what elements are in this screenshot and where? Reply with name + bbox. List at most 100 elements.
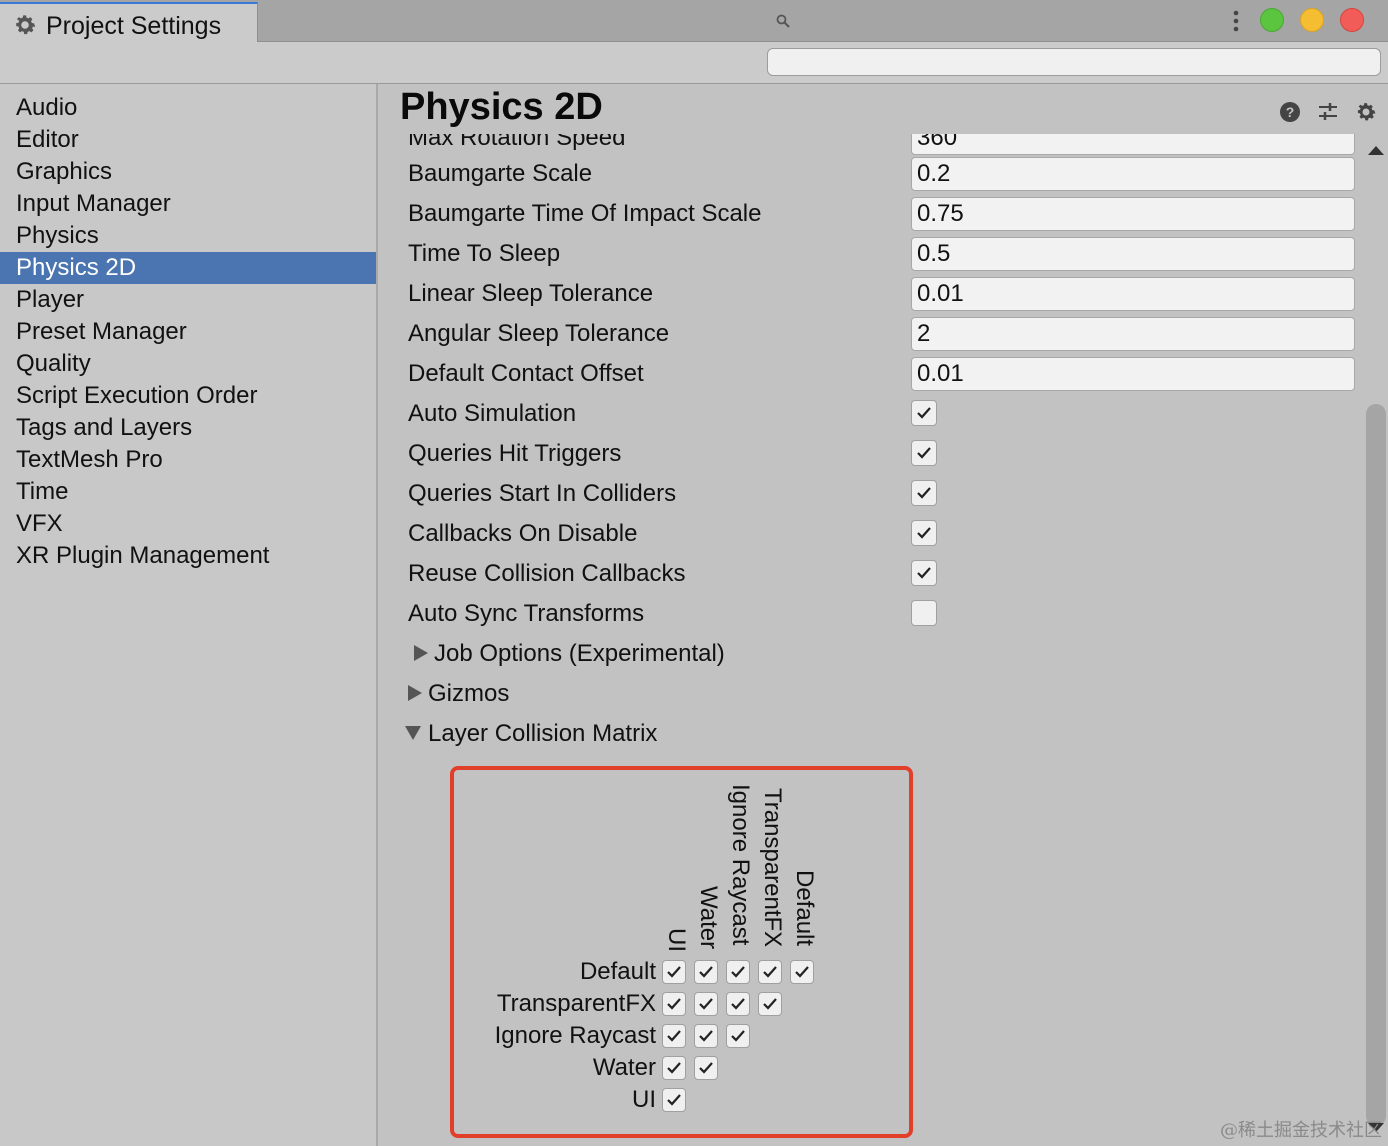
search-icon: [776, 14, 790, 28]
preset-icon[interactable]: [1316, 100, 1340, 124]
checkmark-icon: [699, 998, 713, 1010]
matrix-column-label: TransparentFX: [759, 788, 786, 948]
sidebar-item-physics-2d[interactable]: Physics 2D: [0, 252, 376, 284]
matrix-checkbox[interactable]: [758, 992, 782, 1016]
time-to-sleep-field[interactable]: [911, 237, 1355, 271]
sidebar-item-player[interactable]: Player: [0, 284, 376, 316]
sidebar-item-script-execution-order[interactable]: Script Execution Order: [0, 380, 376, 412]
matrix-column-label: Ignore Raycast: [727, 784, 754, 946]
sidebar-item-graphics[interactable]: Graphics: [0, 156, 376, 188]
sidebar-item-quality[interactable]: Quality: [0, 348, 376, 380]
property-label: Queries Hit Triggers: [408, 440, 622, 467]
matrix-checkbox[interactable]: [758, 960, 782, 984]
property-row: Linear Sleep Tolerance: [408, 276, 1358, 316]
tab-title: Project Settings: [46, 12, 222, 40]
sidebar-item-xr-plugin-management[interactable]: XR Plugin Management: [0, 540, 376, 572]
triangle-right-icon: [408, 685, 422, 701]
property-label: Time To Sleep: [408, 240, 561, 267]
property-label: Baumgarte Time Of Impact Scale: [408, 200, 762, 227]
matrix-checkbox[interactable]: [662, 992, 686, 1016]
scrollbar-thumb[interactable]: [1366, 404, 1386, 1126]
settings-icon[interactable]: [1354, 100, 1378, 124]
search-input[interactable]: [767, 48, 1381, 76]
sidebar-item-vfx[interactable]: VFX: [0, 508, 376, 540]
checkmark-icon: [731, 966, 745, 978]
matrix-row-label: Water: [592, 1054, 656, 1081]
reuse-collision-callbacks-checkbox[interactable]: [911, 560, 937, 586]
matrix-checkbox[interactable]: [662, 1088, 686, 1112]
sidebar-item-tags-and-layers[interactable]: Tags and Layers: [0, 412, 376, 444]
default-contact-offset-field[interactable]: [911, 357, 1355, 391]
matrix-column-label: Water: [695, 886, 722, 950]
foldout-job-options[interactable]: Job Options (Experimental): [412, 636, 772, 676]
sidebar-item-audio[interactable]: Audio: [0, 92, 376, 124]
queries-start-in-colliders-checkbox[interactable]: [911, 480, 937, 506]
linear-sleep-tolerance-field[interactable]: [911, 277, 1355, 311]
more-options-icon[interactable]: [1226, 8, 1246, 34]
matrix-checkbox[interactable]: [694, 992, 718, 1016]
matrix-checkbox[interactable]: [726, 992, 750, 1016]
maximize-button[interactable]: [1260, 8, 1284, 32]
property-row: Baumgarte Scale: [408, 156, 1358, 196]
property-label: Queries Start In Colliders: [408, 480, 677, 507]
matrix-row-label: Default: [579, 958, 656, 985]
checkmark-icon: [763, 966, 777, 978]
toolbar: [0, 42, 1388, 84]
sidebar-item-preset-manager[interactable]: Preset Manager: [0, 316, 376, 348]
scroll-up-arrow-icon[interactable]: [1367, 144, 1385, 156]
property-row: Auto Simulation: [408, 396, 1358, 436]
matrix-column-label: UI: [663, 928, 690, 952]
property-row: Callbacks On Disable: [408, 516, 1358, 556]
help-icon[interactable]: ?: [1278, 100, 1302, 124]
close-button[interactable]: [1340, 8, 1364, 32]
matrix-checkbox[interactable]: [790, 960, 814, 984]
sidebar-item-physics[interactable]: Physics: [0, 220, 376, 252]
checkmark-icon: [699, 1062, 713, 1074]
property-row: Time To Sleep: [408, 236, 1358, 276]
baumgarte-toi-scale-field[interactable]: [911, 197, 1355, 231]
layer-collision-matrix-highlight: [450, 766, 913, 1138]
foldout-label: Job Options (Experimental): [434, 640, 725, 667]
matrix-row-label: TransparentFX: [496, 990, 656, 1017]
auto-sync-transforms-checkbox[interactable]: [911, 600, 937, 626]
matrix-checkbox[interactable]: [662, 1056, 686, 1080]
foldout-gizmos[interactable]: Gizmos: [406, 676, 606, 716]
checkmark-icon: [667, 966, 681, 978]
sidebar-item-editor[interactable]: Editor: [0, 124, 376, 156]
minimize-button[interactable]: [1300, 8, 1324, 32]
auto-simulation-checkbox[interactable]: [911, 400, 937, 426]
angular-sleep-tolerance-field[interactable]: [911, 317, 1355, 351]
matrix-checkbox[interactable]: [662, 960, 686, 984]
checkmark-icon: [731, 1030, 745, 1042]
queries-hit-triggers-checkbox[interactable]: [911, 440, 937, 466]
checkmark-icon: [917, 567, 931, 579]
matrix-checkbox[interactable]: [662, 1024, 686, 1048]
checkmark-icon: [699, 966, 713, 978]
checkmark-icon: [917, 407, 931, 419]
foldout-layer-collision-matrix[interactable]: Layer Collision Matrix: [404, 716, 724, 756]
property-row: Queries Start In Colliders: [408, 476, 1358, 516]
checkmark-icon: [667, 1030, 681, 1042]
property-label: Reuse Collision Callbacks: [408, 560, 686, 587]
property-label: Angular Sleep Tolerance: [408, 320, 670, 347]
property-label: Auto Sync Transforms: [408, 600, 645, 627]
triangle-right-icon: [414, 645, 428, 661]
matrix-checkbox[interactable]: [726, 960, 750, 984]
sidebar-list: Audio Editor Graphics Input Manager Phys…: [0, 84, 376, 572]
foldout-label: Gizmos: [428, 680, 510, 707]
matrix-checkbox[interactable]: [694, 1024, 718, 1048]
sidebar-item-input-manager[interactable]: Input Manager: [0, 188, 376, 220]
settings-panel: Max Rotation Speed Physics 2D ? Baumgart…: [380, 84, 1388, 1146]
sidebar-item-time[interactable]: Time: [0, 476, 376, 508]
property-row: Baumgarte Time Of Impact Scale: [408, 196, 1358, 236]
baumgarte-scale-field[interactable]: [911, 157, 1355, 191]
matrix-checkbox[interactable]: [694, 960, 718, 984]
sidebar-item-textmesh-pro[interactable]: TextMesh Pro: [0, 444, 376, 476]
callbacks-on-disable-checkbox[interactable]: [911, 520, 937, 546]
property-label: Linear Sleep Tolerance: [408, 280, 654, 307]
checkmark-icon: [667, 1062, 681, 1074]
matrix-checkbox[interactable]: [726, 1024, 750, 1048]
property-row: Reuse Collision Callbacks: [408, 556, 1358, 596]
matrix-checkbox[interactable]: [694, 1056, 718, 1080]
tab-project-settings[interactable]: Project Settings: [0, 2, 258, 43]
